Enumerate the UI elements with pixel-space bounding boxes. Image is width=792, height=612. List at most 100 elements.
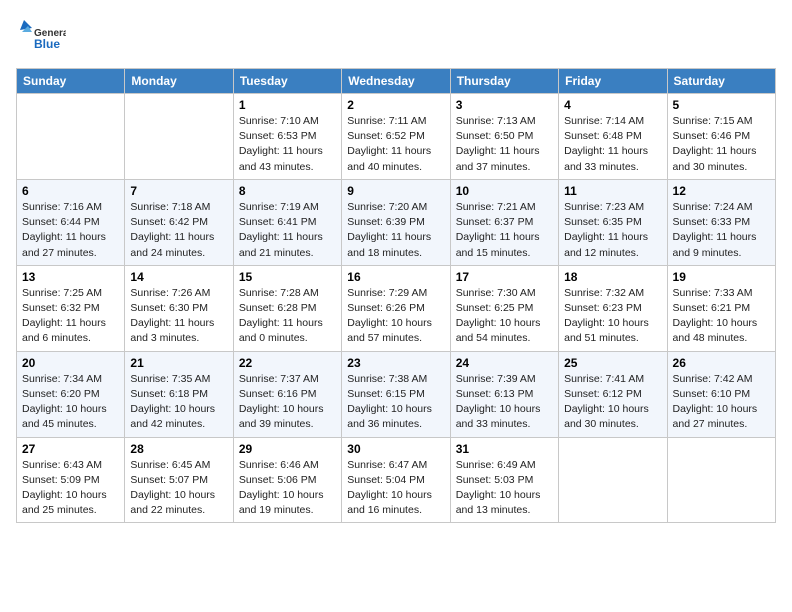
day-number: 25 bbox=[564, 356, 661, 370]
cell-content: Sunrise: 7:26 AMSunset: 6:30 PMDaylight:… bbox=[130, 286, 227, 347]
calendar-cell bbox=[667, 437, 775, 523]
day-number: 4 bbox=[564, 98, 661, 112]
cell-content: Sunrise: 6:43 AMSunset: 5:09 PMDaylight:… bbox=[22, 458, 119, 519]
calendar-cell: 20Sunrise: 7:34 AMSunset: 6:20 PMDayligh… bbox=[17, 351, 125, 437]
calendar-cell: 1 Sunrise: 7:10 AMSunset: 6:53 PMDaylight… bbox=[233, 94, 341, 180]
day-number: 7 bbox=[130, 184, 227, 198]
day-number: 10 bbox=[456, 184, 553, 198]
calendar-cell: 15 Sunrise: 7:28 AMSunset: 6:28 PMDayligh… bbox=[233, 265, 341, 351]
calendar-cell bbox=[17, 94, 125, 180]
cell-content: Sunrise: 6:45 AMSunset: 5:07 PMDaylight:… bbox=[130, 458, 227, 519]
day-number: 11 bbox=[564, 184, 661, 198]
day-number: 1 bbox=[239, 98, 336, 112]
calendar-cell: 16Sunrise: 7:29 AMSunset: 6:26 PMDayligh… bbox=[342, 265, 450, 351]
day-number: 13 bbox=[22, 270, 119, 284]
cell-content: Sunrise: 7:38 AMSunset: 6:15 PMDaylight:… bbox=[347, 372, 444, 433]
weekday-header: Friday bbox=[559, 69, 667, 94]
cell-content: Sunrise: 7:21 AMSunset: 6:37 PMDaylight:… bbox=[456, 200, 553, 261]
day-number: 15 bbox=[239, 270, 336, 284]
calendar-cell: 4 Sunrise: 7:14 AMSunset: 6:48 PMDaylight… bbox=[559, 94, 667, 180]
calendar-week-row: 13 Sunrise: 7:25 AMSunset: 6:32 PMDayligh… bbox=[17, 265, 776, 351]
calendar-week-row: 27Sunrise: 6:43 AMSunset: 5:09 PMDayligh… bbox=[17, 437, 776, 523]
cell-content: Sunrise: 7:33 AMSunset: 6:21 PMDaylight:… bbox=[673, 286, 770, 347]
calendar-cell: 31 Sunrise: 6:49 AMSunset: 5:03 PMDayligh… bbox=[450, 437, 558, 523]
cell-content: Sunrise: 7:10 AMSunset: 6:53 PMDaylight:… bbox=[239, 114, 336, 175]
cell-content: Sunrise: 7:37 AMSunset: 6:16 PMDaylight:… bbox=[239, 372, 336, 433]
calendar-cell: 13 Sunrise: 7:25 AMSunset: 6:32 PMDayligh… bbox=[17, 265, 125, 351]
logo: General Blue bbox=[16, 16, 66, 60]
cell-content: Sunrise: 7:18 AMSunset: 6:42 PMDaylight:… bbox=[130, 200, 227, 261]
day-number: 5 bbox=[673, 98, 770, 112]
calendar-cell: 10 Sunrise: 7:21 AMSunset: 6:37 PMDayligh… bbox=[450, 179, 558, 265]
calendar-cell: 5 Sunrise: 7:15 AMSunset: 6:46 PMDaylight… bbox=[667, 94, 775, 180]
calendar-cell: 11 Sunrise: 7:23 AMSunset: 6:35 PMDayligh… bbox=[559, 179, 667, 265]
calendar-week-row: 1 Sunrise: 7:10 AMSunset: 6:53 PMDaylight… bbox=[17, 94, 776, 180]
calendar-week-row: 20Sunrise: 7:34 AMSunset: 6:20 PMDayligh… bbox=[17, 351, 776, 437]
calendar-cell: 25 Sunrise: 7:41 AMSunset: 6:12 PMDayligh… bbox=[559, 351, 667, 437]
calendar-cell: 28 Sunrise: 6:45 AMSunset: 5:07 PMDayligh… bbox=[125, 437, 233, 523]
cell-content: Sunrise: 7:41 AMSunset: 6:12 PMDaylight:… bbox=[564, 372, 661, 433]
calendar-cell: 18Sunrise: 7:32 AMSunset: 6:23 PMDayligh… bbox=[559, 265, 667, 351]
cell-content: Sunrise: 6:46 AMSunset: 5:06 PMDaylight:… bbox=[239, 458, 336, 519]
day-number: 26 bbox=[673, 356, 770, 370]
cell-content: Sunrise: 7:39 AMSunset: 6:13 PMDaylight:… bbox=[456, 372, 553, 433]
day-number: 14 bbox=[130, 270, 227, 284]
calendar-cell: 6Sunrise: 7:16 AMSunset: 6:44 PMDaylight… bbox=[17, 179, 125, 265]
cell-content: Sunrise: 7:11 AMSunset: 6:52 PMDaylight:… bbox=[347, 114, 444, 175]
weekday-header: Thursday bbox=[450, 69, 558, 94]
calendar-table: SundayMondayTuesdayWednesdayThursdayFrid… bbox=[16, 68, 776, 523]
day-number: 29 bbox=[239, 442, 336, 456]
calendar-cell: 7 Sunrise: 7:18 AMSunset: 6:42 PMDaylight… bbox=[125, 179, 233, 265]
calendar-cell: 30Sunrise: 6:47 AMSunset: 5:04 PMDayligh… bbox=[342, 437, 450, 523]
cell-content: Sunrise: 7:16 AMSunset: 6:44 PMDaylight:… bbox=[22, 200, 119, 261]
cell-content: Sunrise: 7:28 AMSunset: 6:28 PMDaylight:… bbox=[239, 286, 336, 347]
calendar-cell bbox=[559, 437, 667, 523]
cell-content: Sunrise: 7:29 AMSunset: 6:26 PMDaylight:… bbox=[347, 286, 444, 347]
cell-content: Sunrise: 7:35 AMSunset: 6:18 PMDaylight:… bbox=[130, 372, 227, 433]
cell-content: Sunrise: 7:34 AMSunset: 6:20 PMDaylight:… bbox=[22, 372, 119, 433]
day-number: 12 bbox=[673, 184, 770, 198]
day-number: 31 bbox=[456, 442, 553, 456]
weekday-header: Tuesday bbox=[233, 69, 341, 94]
calendar-cell: 23 Sunrise: 7:38 AMSunset: 6:15 PMDayligh… bbox=[342, 351, 450, 437]
weekday-header: Monday bbox=[125, 69, 233, 94]
weekday-header: Sunday bbox=[17, 69, 125, 94]
calendar-cell: 24 Sunrise: 7:39 AMSunset: 6:13 PMDayligh… bbox=[450, 351, 558, 437]
calendar-cell: 9 Sunrise: 7:20 AMSunset: 6:39 PMDaylight… bbox=[342, 179, 450, 265]
cell-content: Sunrise: 7:20 AMSunset: 6:39 PMDaylight:… bbox=[347, 200, 444, 261]
logo-svg: General Blue bbox=[16, 16, 66, 60]
calendar-cell: 3 Sunrise: 7:13 AMSunset: 6:50 PMDaylight… bbox=[450, 94, 558, 180]
day-number: 21 bbox=[130, 356, 227, 370]
calendar-cell: 27Sunrise: 6:43 AMSunset: 5:09 PMDayligh… bbox=[17, 437, 125, 523]
day-number: 9 bbox=[347, 184, 444, 198]
day-number: 3 bbox=[456, 98, 553, 112]
calendar-cell bbox=[125, 94, 233, 180]
calendar-cell: 22Sunrise: 7:37 AMSunset: 6:16 PMDayligh… bbox=[233, 351, 341, 437]
calendar-cell: 29 Sunrise: 6:46 AMSunset: 5:06 PMDayligh… bbox=[233, 437, 341, 523]
calendar-cell: 12 Sunrise: 7:24 AMSunset: 6:33 PMDayligh… bbox=[667, 179, 775, 265]
cell-content: Sunrise: 7:23 AMSunset: 6:35 PMDaylight:… bbox=[564, 200, 661, 261]
day-number: 18 bbox=[564, 270, 661, 284]
cell-content: Sunrise: 7:30 AMSunset: 6:25 PMDaylight:… bbox=[456, 286, 553, 347]
calendar-cell: 17 Sunrise: 7:30 AMSunset: 6:25 PMDayligh… bbox=[450, 265, 558, 351]
page-header: General Blue bbox=[16, 16, 776, 60]
cell-content: Sunrise: 7:42 AMSunset: 6:10 PMDaylight:… bbox=[673, 372, 770, 433]
svg-text:Blue: Blue bbox=[34, 37, 60, 51]
day-number: 19 bbox=[673, 270, 770, 284]
cell-content: Sunrise: 6:49 AMSunset: 5:03 PMDaylight:… bbox=[456, 458, 553, 519]
cell-content: Sunrise: 7:13 AMSunset: 6:50 PMDaylight:… bbox=[456, 114, 553, 175]
calendar-cell: 14 Sunrise: 7:26 AMSunset: 6:30 PMDayligh… bbox=[125, 265, 233, 351]
weekday-header: Wednesday bbox=[342, 69, 450, 94]
day-number: 24 bbox=[456, 356, 553, 370]
day-number: 23 bbox=[347, 356, 444, 370]
calendar-header-row: SundayMondayTuesdayWednesdayThursdayFrid… bbox=[17, 69, 776, 94]
cell-content: Sunrise: 7:25 AMSunset: 6:32 PMDaylight:… bbox=[22, 286, 119, 347]
cell-content: Sunrise: 7:24 AMSunset: 6:33 PMDaylight:… bbox=[673, 200, 770, 261]
calendar-cell: 26 Sunrise: 7:42 AMSunset: 6:10 PMDayligh… bbox=[667, 351, 775, 437]
cell-content: Sunrise: 7:14 AMSunset: 6:48 PMDaylight:… bbox=[564, 114, 661, 175]
cell-content: Sunrise: 7:15 AMSunset: 6:46 PMDaylight:… bbox=[673, 114, 770, 175]
day-number: 28 bbox=[130, 442, 227, 456]
day-number: 17 bbox=[456, 270, 553, 284]
day-number: 2 bbox=[347, 98, 444, 112]
cell-content: Sunrise: 7:19 AMSunset: 6:41 PMDaylight:… bbox=[239, 200, 336, 261]
